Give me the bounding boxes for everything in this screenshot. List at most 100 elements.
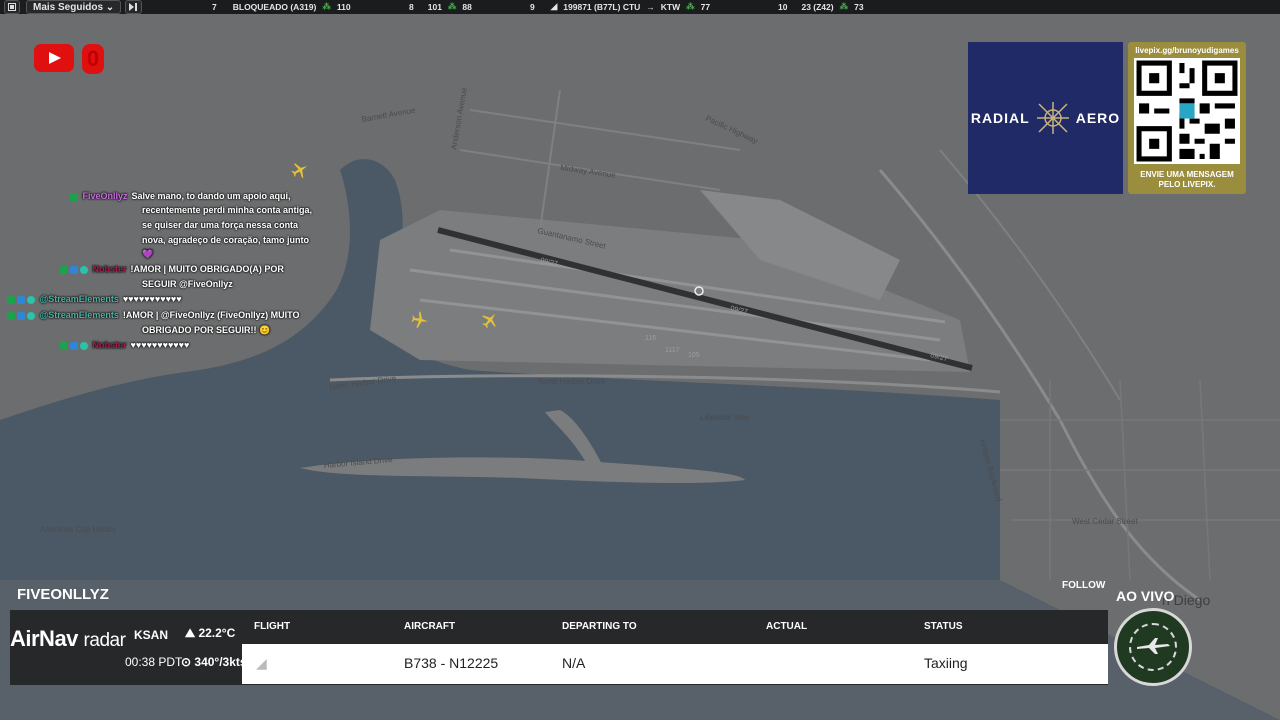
chat-text: OBRIGADO POR SEGUIR!! 😊 <box>142 325 271 335</box>
chat-username: @StreamElements <box>39 310 119 320</box>
followers-count: 73 <box>854 1 864 12</box>
chat-text: se quiser dar uma força nessa conta <box>142 220 299 230</box>
rank: 7 <box>212 1 217 12</box>
followers-icon: ⁂ <box>447 1 457 11</box>
verified-badge-icon <box>80 265 88 274</box>
gate-label: 1117 <box>665 347 680 354</box>
ad-text: AERO <box>1075 110 1121 126</box>
followers-count: 110 <box>336 1 351 12</box>
platform-badge-icon <box>17 295 25 304</box>
ad-text: RADIAL <box>970 110 1030 126</box>
map-label: North Harbor Drive <box>538 377 606 386</box>
wind-readout: ⊙ 340°/3kts <box>181 655 247 669</box>
kick-badge-icon <box>60 265 68 274</box>
chat-message: FiveOnllyz Salve mano, to dando um apoio … <box>70 189 370 204</box>
local-time: 00:38 PDT <box>125 655 183 669</box>
top-flight-8[interactable]: 8 101 ⁂ 88 <box>409 1 472 12</box>
top-flight-9[interactable]: 9 ◢ 199871 (B77L) CTU → KTW ⁂ 77 <box>530 1 710 12</box>
column-header-aircraft: AIRCRAFT <box>404 621 456 632</box>
youtube-count: 0 <box>82 44 104 74</box>
gate-label: 116 <box>645 335 656 342</box>
chat-message: Nobster ♥♥♥♥♥♥♥♥♥♥♥ <box>60 338 189 353</box>
menu-icon[interactable] <box>4 0 20 14</box>
livepix-caption: ENVIE UMA MENSAGEM PELO LIVEPIX. <box>1128 170 1246 190</box>
dropdown-label: Mais Seguidos <box>33 1 104 13</box>
rank: 10 <box>778 1 788 12</box>
destination: KTW <box>660 1 681 12</box>
chat-username: @StreamElements <box>39 294 119 304</box>
verified-badge-icon <box>27 311 35 320</box>
chat-message: @StreamElements ♥♥♥♥♥♥♥♥♥♥♥ <box>7 292 182 307</box>
map-label: Americas Cup Harbor <box>40 525 117 534</box>
chat-text: nova, agradeço de coração, tamo junto <box>142 235 310 245</box>
chat-username: FiveOnllyz <box>82 191 128 201</box>
weather-icon: ⛰ <box>185 626 196 640</box>
chat-text: !AMOR | MUITO OBRIGADO(A) POR <box>130 264 284 274</box>
top-flight-7[interactable]: 7 BLOQUEADO (A319) ⁂ 110 <box>212 1 351 12</box>
rank: 9 <box>530 1 535 12</box>
platform-badge-icon <box>70 265 78 274</box>
platform-badge-icon <box>17 311 25 320</box>
map-label: West Cedar Street <box>1072 517 1138 526</box>
most-followed-dropdown[interactable]: Mais Seguidos ⌄ <box>26 0 122 14</box>
chat-text: !AMOR | @FiveOnllyz (FiveOnllyz) MUITO <box>122 310 300 320</box>
column-header-actual: ACTUAL <box>766 621 808 632</box>
brand-text: AirNav <box>10 626 78 651</box>
followed-username: FIVEONLLYZ <box>17 586 109 603</box>
chat-message: Nobster !AMOR | MUITO OBRIGADO(A) POR <box>60 262 284 277</box>
chat-username: Nobster <box>92 264 127 274</box>
kick-badge-icon <box>60 341 68 350</box>
chat-text: ♥♥♥♥♥♥♥♥♥♥♥ <box>122 294 182 304</box>
chat-message: @StreamElements !AMOR | @FiveOnllyz (Five… <box>7 308 299 323</box>
top-flight-10[interactable]: 10 23 (Z42) ⁂ 73 <box>778 1 864 12</box>
airport-code: KSAN <box>134 628 169 642</box>
chat-text: Salve mano, to dando um apoio aqui, <box>131 191 291 201</box>
departing-to: N/A <box>562 655 586 671</box>
plane-icon: ◢ <box>550 1 558 11</box>
gate-label: 105 <box>688 352 700 359</box>
temperature-value: 22.2°C <box>198 626 236 640</box>
brand-text: radar <box>83 630 126 651</box>
flight-text: 101 <box>427 1 442 12</box>
followers-icon: ⁂ <box>839 1 849 11</box>
skip-next-icon[interactable] <box>125 0 143 14</box>
temperature-readout: ⛰ 22.2°C <box>185 626 235 641</box>
rank: 8 <box>409 1 414 12</box>
caption-line: ENVIE UMA MENSAGEM <box>1140 170 1234 179</box>
kick-badge-icon <box>7 295 15 304</box>
flight-row[interactable]: ◢ B738 - N12225 N/A Taxiing <box>242 644 1108 684</box>
aircraft-icon: ◢ <box>256 655 267 671</box>
livepix-ad[interactable]: livepix.gg/brunoyudigames ENVIE UMA MENS… <box>1128 42 1246 194</box>
map-label: Liberator Way <box>700 413 750 422</box>
caption-line: PELO LIVEPIX. <box>1158 180 1216 189</box>
verified-badge-icon <box>27 295 35 304</box>
aircraft-icon[interactable] <box>481 311 499 329</box>
aircraft-icon[interactable] <box>291 161 309 179</box>
kick-badge-icon <box>7 311 15 320</box>
followers-count: 88 <box>462 1 472 12</box>
flight-text: BLOQUEADO (A319) <box>232 1 317 12</box>
column-header-departing: DEPARTING TO <box>562 621 637 632</box>
wind-direction-icon: ⊙ <box>181 655 192 669</box>
follow-button[interactable]: FOLLOW <box>1062 580 1105 591</box>
wind-value: 340°/3kts <box>194 655 247 669</box>
verified-badge-icon <box>80 341 88 350</box>
chat-username: Nobster <box>92 340 127 350</box>
arrow-icon: → <box>646 1 655 12</box>
column-header-flight: FLIGHT <box>254 621 291 632</box>
airnav-radar-logo: AirNav radar <box>10 626 126 652</box>
compass-logo-icon <box>1036 102 1069 134</box>
livepix-url: livepix.gg/brunoyudigames <box>1135 46 1239 55</box>
purple-heart-icon: 💜 <box>142 249 154 259</box>
followers-count: 77 <box>700 1 711 12</box>
flight-text: 199871 (B77L) CTU <box>563 1 641 12</box>
aircraft-icon[interactable] <box>411 311 429 329</box>
chevron-down-icon: ⌄ <box>105 1 115 13</box>
followers-icon: ⁂ <box>686 1 695 11</box>
radial-aero-ad: RADIAL AERO <box>968 42 1123 194</box>
chat-text: SEGUIR @FiveOnllyz <box>142 279 233 289</box>
column-header-status: STATUS <box>924 621 963 632</box>
followers-icon: ⁂ <box>322 1 331 11</box>
top-stats-bar: Mais Seguidos ⌄ 7 BLOQUEADO (A319) ⁂ 110… <box>0 0 1280 14</box>
youtube-icon <box>34 44 74 72</box>
